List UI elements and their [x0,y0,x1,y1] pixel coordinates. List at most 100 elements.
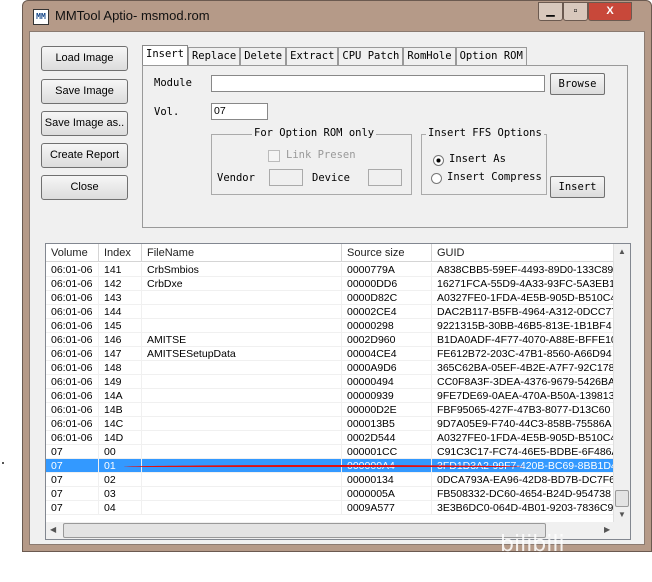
cell-filename [142,319,342,332]
tab-replace[interactable]: Replace [187,47,241,65]
table-row[interactable]: 06:01-06 147 AMITSESetupData 00004CE4 FE612B… [46,347,614,361]
create-report-button[interactable]: Create Report [41,143,128,168]
cell-index: 02 [99,473,142,486]
cell-filename: AMITSE [142,333,342,346]
browse-button[interactable]: Browse [550,73,605,95]
red-annotation-underline [124,465,524,469]
cell-filename: CrbDxe [142,277,342,290]
column-source-size[interactable]: Source size [342,244,432,261]
horizontal-scroll-thumb[interactable] [63,523,546,538]
cell-guid: 3E3B6DC0-064D-4B01-9203-7836C9 [432,501,614,514]
cell-volume: 06:01-06 [46,375,99,388]
table-row[interactable]: 06:01-06 146 AMITSE 0002D960 B1DA0ADF-4F77-4… [46,333,614,347]
tab-extract[interactable]: Extract [286,47,339,65]
scroll-up-icon[interactable]: ▲ [618,247,626,256]
cell-source-size: 00000298 [342,319,432,332]
cell-volume: 07 [46,501,99,514]
app-icon: MM [33,9,49,25]
cell-volume: 06:01-06 [46,291,99,304]
table-row[interactable]: 06:01-06 144 00002CE4 DAC2B117-B5FB-4964-A3… [46,305,614,319]
tab-insert[interactable]: Insert [142,45,188,65]
table-row[interactable]: 06:01-06 14A 00000939 9FE7DE69-0AEA-470A-B5… [46,389,614,403]
cell-guid: B1DA0ADF-4F77-4070-A88E-BFFE10 [432,333,614,346]
load-image-button[interactable]: Load Image [41,46,128,71]
vertical-scroll-thumb[interactable] [615,490,629,507]
cell-volume: 07 [46,473,99,486]
column-volume[interactable]: Volume [46,244,99,261]
cell-source-size: 000013B5 [342,417,432,430]
minimize-button[interactable]: ▁ [538,2,563,21]
table-row[interactable]: 06:01-06 141 CrbSmbios 0000779A A838CBB5-59E… [46,263,614,277]
cell-filename: CrbSmbios [142,263,342,276]
tab-option-rom[interactable]: Option ROM [455,47,527,65]
cell-index: 143 [99,291,142,304]
option-rom-group-title: For Option ROM only [252,127,377,139]
table-row[interactable]: 06:01-06 149 00000494 CC0F8A3F-3DEA-4376-96… [46,375,614,389]
insert-compress-label: Insert Compress [447,171,542,183]
cell-guid: FE612B72-203C-47B1-8560-A66D94 [432,347,614,360]
cell-source-size: 000001CC [342,445,432,458]
link-present-label: Link Presen [286,149,356,161]
cell-volume: 06:01-06 [46,305,99,318]
table-row[interactable]: 06:01-06 142 CrbDxe 00000DD6 16271FCA-55D9-4… [46,277,614,291]
table-row[interactable]: 06:01-06 145 00000298 9221315B-30BB-46B5-81… [46,319,614,333]
scroll-down-icon[interactable]: ▼ [618,510,626,519]
cell-volume: 06:01-06 [46,417,99,430]
table-row[interactable]: 06:01-06 143 0000D82C A0327FE0-1FDA-4E5B-90… [46,291,614,305]
vol-label: Vol. [154,106,180,118]
cell-guid: A0327FE0-1FDA-4E5B-905D-B510C4 [432,431,614,444]
close-button[interactable]: Close [41,175,128,200]
cell-guid: A838CBB5-59EF-4493-89D0-133C89 [432,263,614,276]
cell-source-size: 0000005A [342,487,432,500]
save-image-as-button[interactable]: Save Image as.. [41,111,128,136]
link-present-checkbox[interactable] [268,150,280,162]
cell-guid: 9FE7DE69-0AEA-470A-B50A-139813 [432,389,614,402]
table-row[interactable]: 07 03 0000005A FB508332-DC60-4654-B24D-9547… [46,487,614,501]
device-input[interactable] [368,169,402,186]
table-row[interactable]: 07 02 00000134 0DCA793A-EA96-42D8-BD7B-DC7F… [46,473,614,487]
column-index[interactable]: Index [99,244,142,261]
table-row[interactable]: 07 04 0009A577 3E3B6DC0-064D-4B01-9203-7836… [46,501,614,515]
title-bar[interactable]: MM MMTool Aptio- msmod.rom ▁ ▫ X [23,1,651,31]
save-image-button[interactable]: Save Image [41,79,128,104]
cell-filename [142,445,342,458]
cell-guid: 365C62BA-05EF-4B2E-A7F7-92C178 [432,361,614,374]
table-row[interactable]: 07 00 000001CC C91C3C17-FC74-46E5-BDBE-6F48… [46,445,614,459]
cell-index: 144 [99,305,142,318]
cell-index: 14A [99,389,142,402]
table-row[interactable]: 06:01-06 148 0000A9D6 365C62BA-05EF-4B2E-A7… [46,361,614,375]
vol-input[interactable]: 07 [211,103,268,120]
cell-source-size: 0002D544 [342,431,432,444]
tab-delete[interactable]: Delete [240,47,287,65]
list-header: Volume Index FileName Source size GUID [46,244,614,262]
cell-index: 142 [99,277,142,290]
column-filename[interactable]: FileName [142,244,342,261]
column-guid[interactable]: GUID [432,244,614,261]
table-row[interactable]: 06:01-06 14B 00000D2E FBF95065-427F-47B3-80… [46,403,614,417]
insert-compress-radio[interactable] [431,173,442,184]
cell-volume: 06:01-06 [46,333,99,346]
module-file-input[interactable] [211,75,545,92]
cell-volume: 06:01-06 [46,431,99,444]
cell-source-size: 0002D960 [342,333,432,346]
ffs-options-title: Insert FFS Options [426,127,544,139]
table-row[interactable]: 06:01-06 14D 0002D544 A0327FE0-1FDA-4E5B-90… [46,431,614,445]
tab-romhole[interactable]: RomHole [403,47,456,65]
cell-source-size: 0000779A [342,263,432,276]
close-window-button[interactable]: X [588,2,632,21]
scroll-left-icon[interactable]: ◀ [50,525,56,534]
module-label: Module [154,77,192,89]
table-row[interactable]: 06:01-06 14C 000013B5 9D7A05E9-F740-44C3-85… [46,417,614,431]
cell-index: 14B [99,403,142,416]
module-list[interactable]: Volume Index FileName Source size GUID 0… [45,243,631,540]
vendor-input[interactable] [269,169,303,186]
cell-source-size: 00004CE4 [342,347,432,360]
device-label: Device [312,172,350,184]
insert-button[interactable]: Insert [550,176,605,198]
cell-index: 14C [99,417,142,430]
vertical-scrollbar[interactable]: ▲ ▼ [613,244,630,523]
maximize-button[interactable]: ▫ [563,2,588,21]
insert-as-radio[interactable] [433,155,444,166]
cell-filename [142,473,342,486]
tab-cpu-patch[interactable]: CPU Patch [338,47,404,65]
